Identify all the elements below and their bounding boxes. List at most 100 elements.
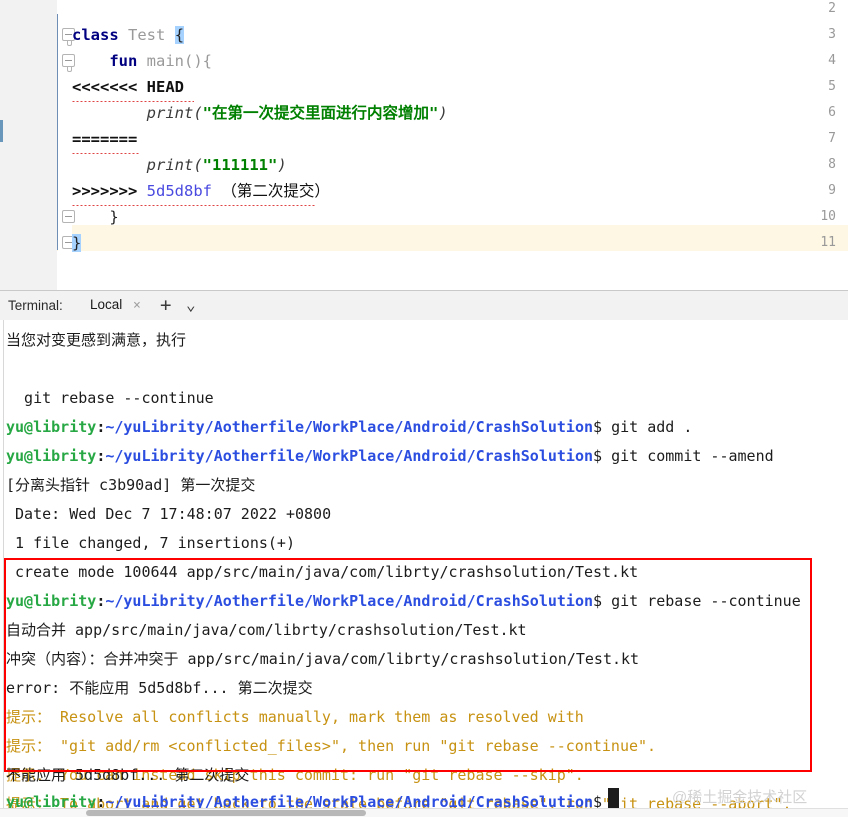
code-editor[interactable]: 2 3 4 5 6 7 8 9 10 11 class Test { fun m… — [0, 0, 848, 290]
prompt-colon: : — [96, 447, 106, 465]
prompt-user: yu@librity — [6, 447, 97, 465]
commit-hash: 5d5d8bf — [146, 182, 212, 200]
terminal-tab-bar: Terminal: Local × + ⌄ — [0, 291, 848, 322]
line-number: 9 — [828, 183, 836, 198]
add-tab-icon[interactable]: + — [160, 291, 171, 319]
terminal-left-rule — [3, 320, 4, 808]
line-number: 4 — [828, 53, 836, 68]
code-line-11[interactable]: } — [72, 230, 82, 256]
code-line-10[interactable]: } — [72, 204, 119, 230]
line-number: 7 — [828, 131, 836, 146]
terminal-line: 当您对变更感到满意，执行 — [6, 326, 186, 355]
terminal-line: 自动合并 app/src/main/java/com/librty/crashs… — [6, 616, 527, 645]
terminal-line: error: 不能应用 5d5d8bf... 第二次提交 — [6, 674, 313, 703]
prompt-path: ~/yuLibrity/Aotherfile/WorkPlace/Android… — [105, 447, 594, 465]
terminal-line-prompt: yu@librity:~/yuLibrity/Aotherfile/WorkPl… — [6, 413, 692, 442]
prompt-dollar: $ — [593, 418, 603, 436]
horizontal-scrollbar-thumb[interactable] — [86, 810, 366, 816]
conflict-marker-head: <<<<<<< HEAD — [72, 78, 184, 96]
terminal-output[interactable]: 当您对变更感到满意，执行 git rebase --continue yu@li… — [0, 320, 848, 808]
prompt-user: yu@librity — [6, 592, 97, 610]
print-call: print( — [146, 104, 203, 122]
prompt-dollar: $ — [593, 447, 603, 465]
keyword-fun: fun — [109, 52, 138, 70]
caret-line-highlight — [0, 225, 848, 251]
terminal-text: 自动合并 app/src/main/java/com/librty/crashs… — [6, 621, 527, 639]
terminal-text: 不能应用 5d5d8bf... 第二次提交 — [6, 766, 250, 784]
terminal-line: git rebase --continue — [6, 384, 214, 413]
terminal-line-hint: 提示： Resolve all conflicts manually, mark… — [6, 703, 584, 732]
keyword-class: class — [72, 26, 119, 44]
prompt-colon: : — [96, 418, 106, 436]
prompt-dollar: $ — [593, 592, 603, 610]
line-number: 11 — [820, 235, 836, 250]
terminal-line-prompt: yu@librity:~/yuLibrity/Aotherfile/WorkPl… — [6, 442, 774, 471]
brace-close-outer: } — [72, 234, 82, 252]
close-icon[interactable]: × — [133, 291, 141, 320]
line-number: 8 — [828, 157, 836, 172]
commit-note: （第二次提交） — [221, 182, 330, 200]
string-literal-cn: "在第一次提交里面进行内容增加" — [202, 104, 439, 122]
terminal-text: git rebase --continue — [6, 389, 214, 407]
prompt-colon: : — [96, 592, 106, 610]
terminal-line: 1 file changed, 7 insertions(+) — [6, 529, 295, 558]
terminal-text: 当您对变更感到满意，执行 — [6, 331, 187, 349]
selected-brace: { — [174, 26, 185, 44]
line-number: 3 — [828, 27, 836, 42]
paren-close: ) — [438, 104, 448, 122]
terminal-hint-text: 提示： "git add/rm <conflicted_files>", the… — [6, 737, 657, 755]
chevron-down-icon[interactable]: ⌄ — [186, 291, 196, 319]
line-number: 10 — [820, 209, 836, 224]
type-name: Test — [128, 26, 166, 44]
line-number: 6 — [828, 105, 836, 120]
terminal-line-hint: 提示： "git add/rm <conflicted_files>", the… — [6, 732, 656, 761]
tab-local[interactable]: Local — [86, 291, 127, 322]
watermark: @稀土掘金技术社区 — [672, 789, 808, 806]
code-line-6[interactable]: print("在第一次提交里面进行内容增加") — [72, 100, 448, 126]
prompt-user: yu@librity — [6, 418, 97, 436]
code-line-7[interactable]: ======= — [72, 126, 137, 152]
string-literal-num: "111111" — [202, 156, 278, 174]
code-line-3[interactable]: class Test { — [72, 22, 185, 48]
terminal-line: 不能应用 5d5d8bf... 第二次提交 — [6, 761, 249, 790]
editor-gutter[interactable] — [0, 0, 57, 290]
terminal-command: git add . — [602, 418, 693, 436]
prompt-path: ~/yuLibrity/Aotherfile/WorkPlace/Android… — [105, 592, 594, 610]
code-line-8[interactable]: print("111111") — [72, 152, 287, 178]
code-line-5[interactable]: <<<<<<< HEAD — [72, 74, 184, 100]
terminal-text: 1 file changed, 7 insertions(+) — [6, 534, 295, 552]
code-line-9[interactable]: >>>>>>> 5d5d8bf （第二次提交） — [72, 178, 330, 204]
terminal-line: create mode 100644 app/src/main/java/com… — [6, 558, 638, 587]
terminal-text: error: 不能应用 5d5d8bf... 第二次提交 — [6, 679, 313, 697]
terminal-command: git rebase --continue — [602, 592, 801, 610]
terminal-line: Date: Wed Dec 7 17:48:07 2022 +0800 — [6, 500, 331, 529]
terminal-command: git commit --amend — [602, 447, 774, 465]
terminal-panel-label: Terminal: — [8, 298, 63, 313]
prompt-path: ~/yuLibrity/Aotherfile/WorkPlace/Android… — [105, 418, 594, 436]
terminal-text: [分离头指针 c3b90ad] 第一次提交 — [6, 476, 256, 494]
gutter-separator — [57, 14, 58, 250]
brace-close-inner: } — [109, 208, 119, 226]
terminal-line-prompt: yu@librity:~/yuLibrity/Aotherfile/WorkPl… — [6, 587, 801, 616]
terminal-line: [分离头指针 c3b90ad] 第一次提交 — [6, 471, 255, 500]
code-line-4[interactable]: fun main(){ — [72, 48, 212, 74]
vcs-change-marker[interactable] — [0, 120, 3, 142]
print-call: print( — [146, 156, 203, 174]
conflict-marker-tail: >>>>>>> — [72, 182, 138, 200]
function-signature: main(){ — [146, 52, 212, 70]
conflict-marker-separator: ======= — [72, 130, 138, 148]
line-number: 5 — [828, 79, 836, 94]
terminal-hint-text: 提示： Resolve all conflicts manually, mark… — [6, 708, 584, 726]
terminal-cursor — [608, 788, 619, 808]
terminal-text: Date: Wed Dec 7 17:48:07 2022 +0800 — [6, 505, 332, 523]
terminal-text: 冲突（内容）：合并冲突于 app/src/main/java/com/librt… — [6, 650, 640, 668]
